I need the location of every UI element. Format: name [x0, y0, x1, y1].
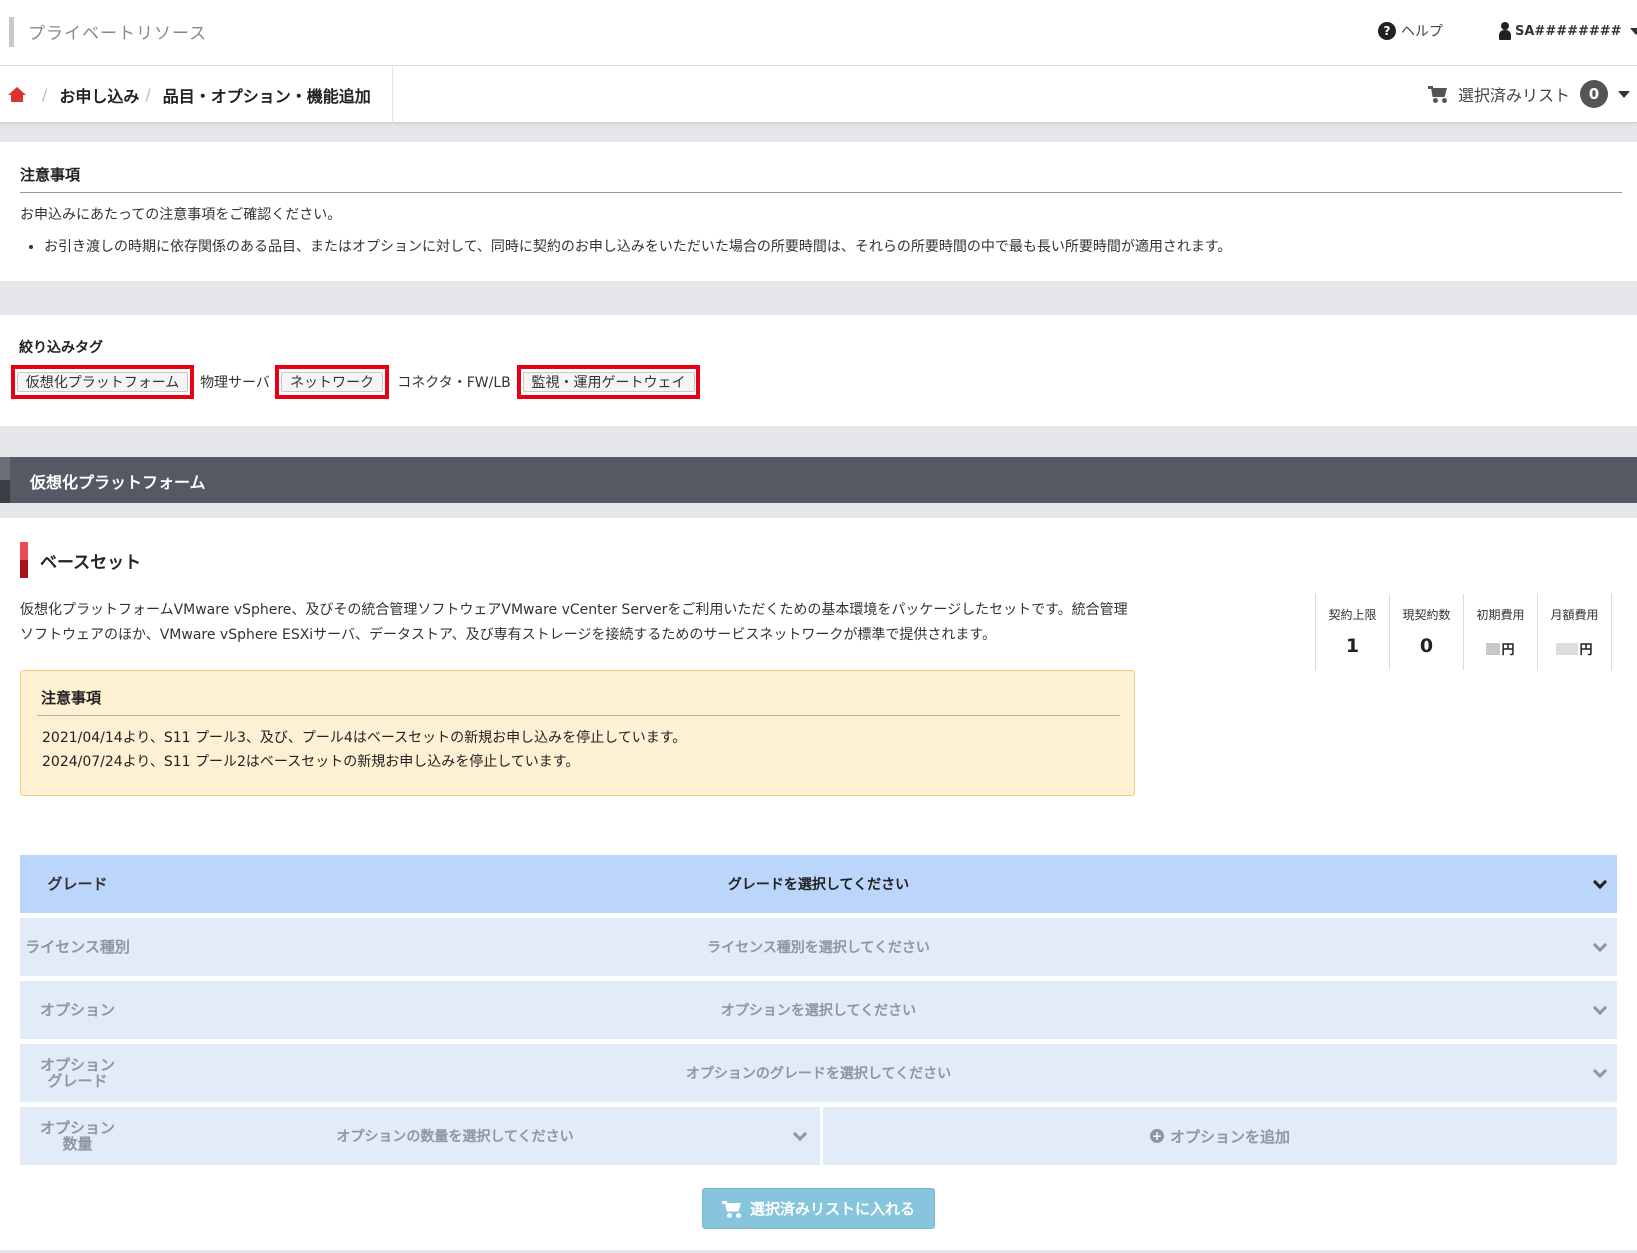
baseset-marker [20, 542, 28, 578]
tag-physical-server[interactable]: 物理サーバ [197, 365, 273, 399]
add-to-list-label: 選択済みリストに入れる [749, 1200, 915, 1218]
stat-label: 月額費用 [1550, 608, 1599, 622]
title-accent-bar [9, 17, 14, 47]
notice-list: お引き渡しの時期に依存関係のある品目、またはオプションに対して、同時に契約のお申… [20, 236, 1231, 256]
top-bar: プライベートリソース ? ヘルプ SA######## [0, 0, 1637, 66]
plus-circle-icon: + [1149, 1129, 1164, 1143]
grade-placeholder: グレードを選択してください [727, 877, 910, 893]
option-select[interactable]: オプションを選択してください オプション [20, 981, 1617, 1039]
app-title: プライベートリソース [28, 24, 208, 44]
caret-down-icon [1618, 90, 1631, 98]
selected-list-label: 選択済みリスト [1458, 86, 1571, 105]
breadcrumb-bar: / お申し込み / 品目・オプション・機能追加 選択済みリスト 0 [0, 66, 1637, 123]
breadcrumb-separator: / [145, 85, 151, 104]
stat-label: 現契約数 [1402, 608, 1451, 622]
tag-virtualization-platform[interactable]: 仮想化プラットフォーム [11, 365, 194, 399]
warning-line: 2024/07/24より、S11 プール2はベースセットの新規お申し込みを停止し… [42, 754, 580, 770]
filter-title: 絞り込みタグ [19, 340, 103, 356]
option-quantity-label: オプション 数量 [20, 1107, 135, 1165]
grade-select[interactable]: グレードを選択してください グレード [20, 855, 1617, 913]
option-quantity-select[interactable]: オプション 数量 オプションの数量を選択してください [20, 1107, 820, 1165]
masked-amount [1486, 642, 1501, 655]
tag-connector-fw-lb[interactable]: コネクタ・FW/LB [392, 365, 516, 399]
user-icon [1499, 22, 1511, 40]
breadcrumb-separator: / [42, 85, 48, 104]
option-grade-label: オプション グレード [20, 1044, 135, 1102]
chevron-down-icon [792, 1126, 808, 1142]
option-quantity-row: オプション 数量 オプションの数量を選択してください + オプションを追加 [20, 1107, 1617, 1165]
stat-label: 初期費用 [1476, 608, 1525, 622]
section-header: 仮想化プラットフォーム [0, 457, 1637, 503]
warning-box: 注意事項 2021/04/14より、S11 プール3、及び、プール4はベースセッ… [20, 670, 1135, 796]
label-line: グレード [47, 1072, 108, 1090]
user-menu[interactable]: SA######## [1499, 22, 1637, 40]
divider [20, 192, 1622, 193]
notice-bullet: お引き渡しの時期に依存関係のある品目、またはオプションに対して、同時に契約のお申… [44, 236, 1231, 256]
breadcrumb-item-current: 品目・オプション・機能追加 [162, 86, 371, 106]
tag-label: 物理サーバ [200, 375, 270, 391]
masked-amount [1556, 642, 1579, 655]
breadcrumb: / お申し込み / 品目・オプション・機能追加 [8, 66, 371, 123]
description-line: ソフトウェアのほか、VMware vSphere ESXiサーバ、データストア、… [20, 627, 996, 643]
tag-label: 監視・運用ゲートウェイ [522, 372, 695, 392]
tag-label: コネクタ・FW/LB [397, 375, 511, 391]
license-type-select[interactable]: ライセンス種別を選択してください ライセンス種別 [20, 918, 1617, 976]
option-grade-select[interactable]: オプションのグレードを選択してください オプション グレード [20, 1044, 1617, 1102]
option-placeholder: オプションを選択してください [720, 1003, 917, 1019]
divider [37, 715, 1120, 716]
description-line: 仮想化プラットフォームVMware vSphere、及びその統合管理ソフトウェア… [20, 602, 1128, 618]
tag-label: 仮想化プラットフォーム [16, 372, 189, 392]
option-quantity-placeholder: オプションの数量を選択してください [336, 1129, 574, 1145]
tag-label: ネットワーク [281, 372, 383, 392]
tag-network[interactable]: ネットワーク [275, 365, 389, 399]
filter-tags-panel: 絞り込みタグ 仮想化プラットフォーム 物理サーバ ネットワーク コネクタ・FW/… [0, 315, 1637, 426]
contract-stats: 契約上限 1 現契約数 0 初期費用 円 月額費用 円 [1315, 594, 1612, 670]
option-label: オプション [39, 1001, 115, 1019]
help-link[interactable]: ? ヘルプ [1378, 21, 1443, 41]
stat-current-contracts: 現契約数 0 [1390, 594, 1464, 670]
baseset-title: ベースセット [40, 553, 142, 573]
notice-intro: お申込みにあたっての注意事項をご確認ください。 [20, 207, 342, 223]
cart-icon [721, 1200, 742, 1218]
breadcrumb-item-apply[interactable]: お申し込み [59, 83, 139, 107]
license-placeholder: ライセンス種別を選択してください [707, 940, 930, 956]
license-label: ライセンス種別 [25, 938, 130, 956]
stat-initial-cost: 初期費用 円 [1464, 594, 1538, 670]
add-option-label: オプションを追加 [1169, 1127, 1290, 1146]
baseset-description: 仮想化プラットフォームVMware vSphere、及びその統合管理ソフトウェア… [20, 598, 1130, 648]
selected-count-badge: 0 [1580, 80, 1609, 108]
warning-line: 2021/04/14より、S11 プール3、及び、プール4はベースセットの新規お… [42, 730, 687, 746]
grade-label: グレード [47, 875, 108, 893]
stat-value: 1 [1345, 635, 1360, 657]
stat-value: 0 [1419, 635, 1434, 657]
section-stripe [0, 457, 10, 503]
yen-unit: 円 [1579, 643, 1593, 658]
add-to-selected-list-button[interactable]: 選択済みリストに入れる [702, 1188, 935, 1229]
section-title: 仮想化プラットフォーム [30, 473, 206, 492]
label-line: オプション [39, 1056, 115, 1074]
help-label: ヘルプ [1401, 24, 1443, 40]
label-line: 数量 [62, 1135, 93, 1153]
stat-monthly-cost: 月額費用 円 [1538, 594, 1612, 670]
add-option-button[interactable]: + オプションを追加 [823, 1107, 1617, 1165]
selected-list-dropdown[interactable]: 選択済みリスト 0 [1428, 80, 1631, 108]
tag-monitoring-gateway[interactable]: 監視・運用ゲートウェイ [517, 365, 700, 399]
cart-icon [1428, 85, 1448, 103]
notice-panel: 注意事項 お申込みにあたっての注意事項をご確認ください。 お引き渡しの時期に依存… [0, 142, 1637, 281]
stat-contract-limit: 契約上限 1 [1316, 594, 1390, 670]
breadcrumb-divider [392, 66, 393, 123]
user-id: SA######## [1515, 23, 1622, 39]
stat-value-masked: 円 [1464, 639, 1537, 658]
notice-title: 注意事項 [20, 166, 81, 184]
stat-value-masked: 円 [1538, 639, 1611, 658]
warning-title: 注意事項 [41, 689, 102, 707]
question-circle-icon: ? [1378, 22, 1396, 40]
yen-unit: 円 [1501, 643, 1515, 658]
label-line: オプション [39, 1119, 115, 1137]
stat-label: 契約上限 [1328, 608, 1377, 622]
option-grade-placeholder: オプションのグレードを選択してください [685, 1066, 952, 1082]
caret-down-icon [1629, 27, 1637, 35]
home-icon[interactable] [8, 86, 26, 103]
